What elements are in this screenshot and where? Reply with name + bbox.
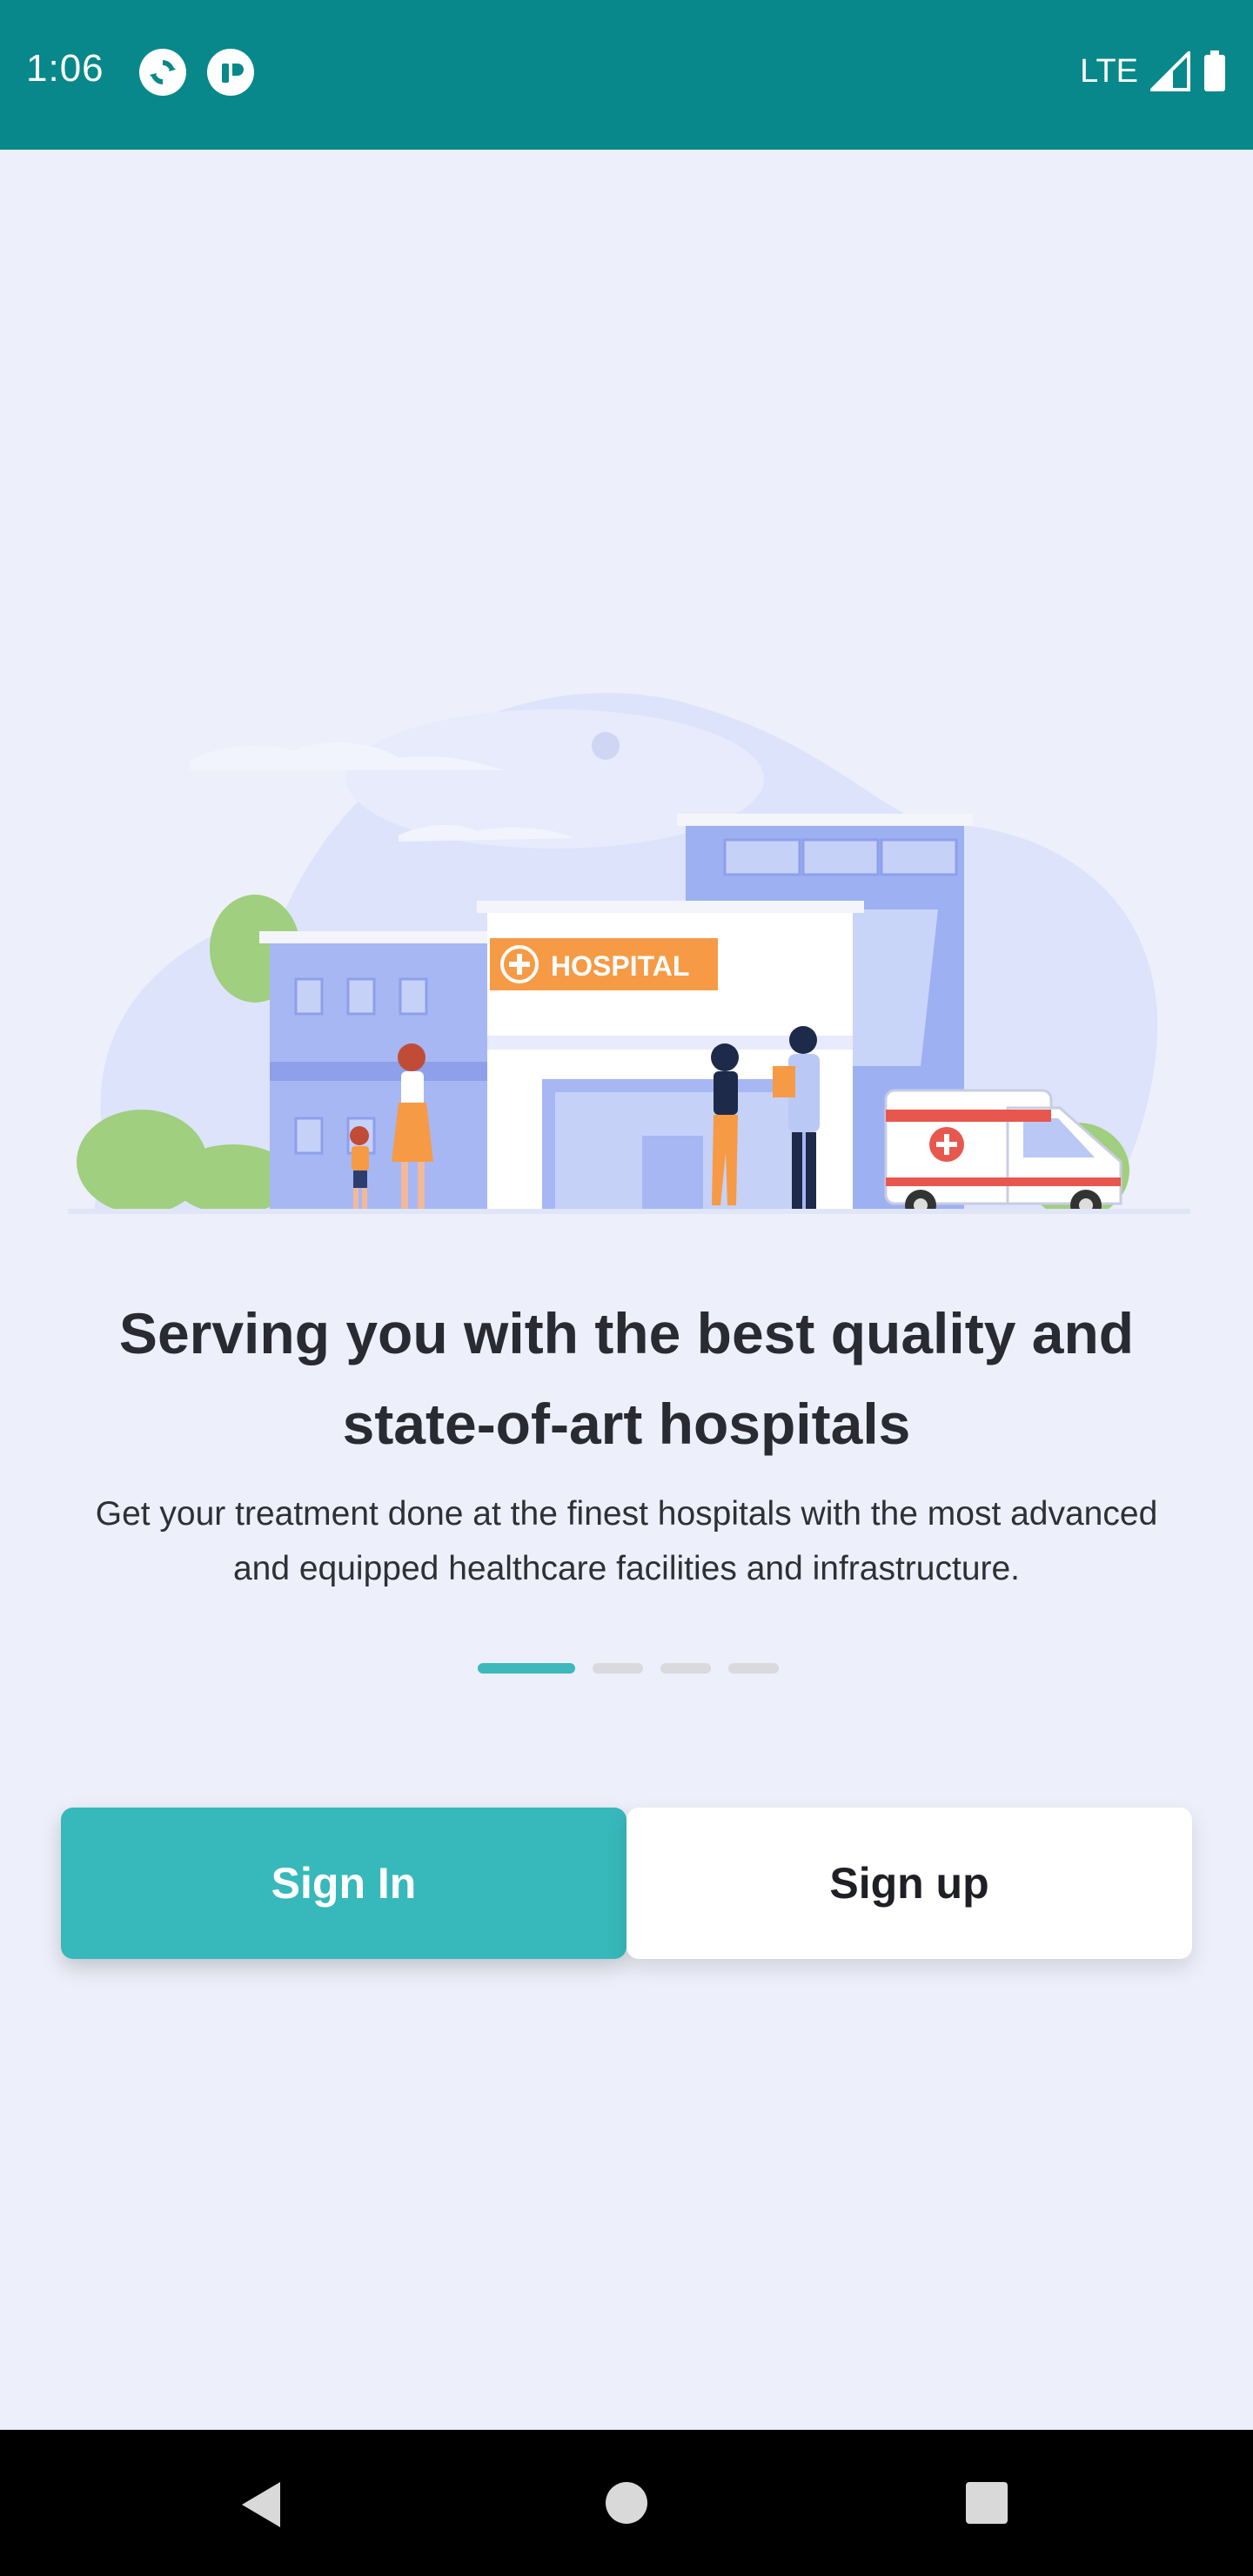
signal-icon xyxy=(1150,51,1190,91)
auth-buttons: Sign In Sign up xyxy=(61,1808,1192,1959)
navigation-bar xyxy=(0,2430,1253,2576)
page-dot-3[interactable] xyxy=(660,1663,711,1674)
recents-icon[interactable] xyxy=(962,2479,1011,2527)
page-dot-4[interactable] xyxy=(728,1663,779,1674)
page-dot-2[interactable] xyxy=(593,1663,643,1674)
battery-icon xyxy=(1204,50,1225,91)
sync-app-icon xyxy=(139,49,186,96)
sign-in-button[interactable]: Sign In xyxy=(61,1808,626,1959)
status-time: 1:06 xyxy=(26,47,104,90)
status-bar: 1:06 LTE xyxy=(0,0,1253,150)
hospital-illustration: HOSPITAL xyxy=(68,693,1190,1214)
page-dot-1[interactable] xyxy=(478,1663,575,1674)
onboarding-title: Serving you with the best quality and st… xyxy=(70,1288,1183,1469)
onboarding-title-line-2: state-of-art hospitals xyxy=(342,1392,911,1456)
back-icon[interactable] xyxy=(237,2479,285,2531)
hospital-sign-text: HOSPITAL xyxy=(551,950,689,982)
onboarding-title-line-1: Serving you with the best quality and xyxy=(118,1301,1135,1365)
home-icon[interactable] xyxy=(602,2479,651,2527)
network-type: LTE xyxy=(1080,52,1138,90)
sign-up-button[interactable]: Sign up xyxy=(626,1808,1192,1959)
page-indicator xyxy=(478,1663,779,1675)
onboarding-subtitle-line-1: Get your treatment done at the finest ho… xyxy=(95,1495,1158,1533)
status-right: LTE xyxy=(1080,50,1227,92)
pause-app-icon xyxy=(207,49,254,96)
onboarding-subtitle-line-2: and equipped healthcare facilities and i… xyxy=(232,1550,1021,1587)
onboarding-subtitle: Get your treatment done at the finest ho… xyxy=(44,1486,1209,1596)
